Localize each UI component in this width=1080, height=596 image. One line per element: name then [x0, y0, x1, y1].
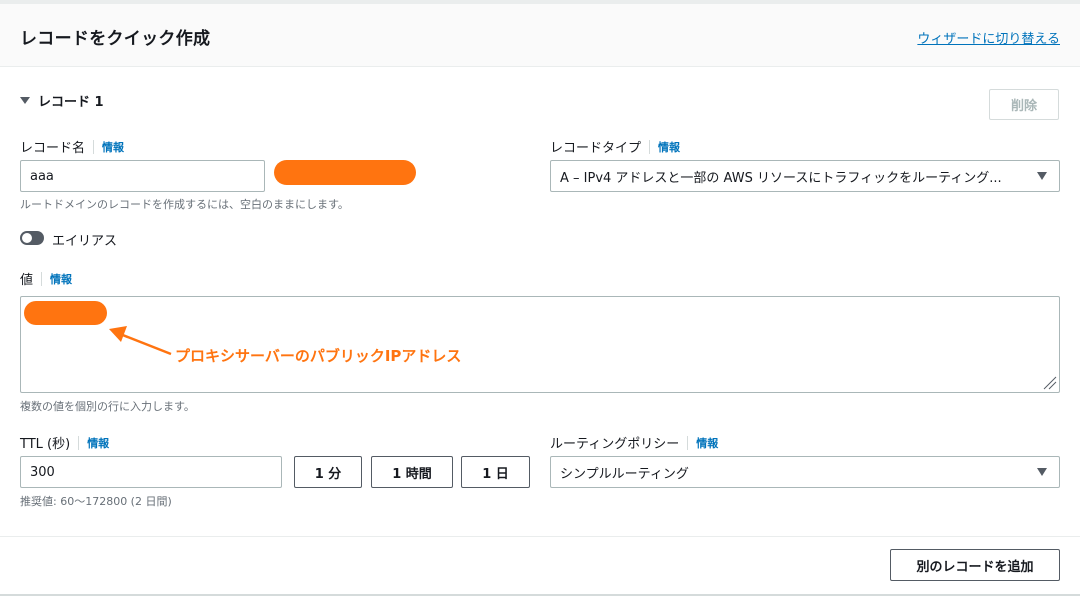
- delete-button[interactable]: 削除: [989, 89, 1059, 120]
- annotation-text: プロキシサーバーのパブリックIPアドレス: [175, 347, 462, 365]
- record-type-selected: A – IPv4 アドレスと一部の AWS リソースにトラフィックをルーティング…: [560, 170, 1002, 186]
- redacted-ip-address: [24, 301, 107, 325]
- ttl-label-row: TTL (秒) 情報: [20, 433, 109, 452]
- value-hint: 複数の値を個別の行に入力します。: [20, 400, 195, 413]
- alias-toggle[interactable]: [20, 231, 44, 245]
- ttl-1-day-button[interactable]: 1 日: [461, 456, 530, 488]
- ttl-label: TTL (秒): [20, 437, 71, 452]
- value-label-row: 値 情報: [20, 269, 72, 288]
- add-another-record-button[interactable]: 別のレコードを追加: [890, 549, 1060, 581]
- ttl-hint: 推奨値: 60～172800 (2 日間): [20, 495, 172, 508]
- record-name-hint: ルートドメインのレコードを作成するには、空白のままにします。: [20, 198, 349, 211]
- routing-policy-label-row: ルーティングポリシー 情報: [550, 433, 718, 452]
- ttl-1-minute-button[interactable]: 1 分: [294, 456, 362, 488]
- divider: [41, 271, 43, 286]
- record-type-label-row: レコードタイプ 情報: [550, 137, 680, 156]
- ttl-info-link[interactable]: 情報: [87, 435, 109, 451]
- alias-label: エイリアス: [52, 234, 118, 249]
- value-info-link[interactable]: 情報: [50, 271, 72, 287]
- record-type-label: レコードタイプ: [550, 141, 642, 156]
- resize-handle-icon[interactable]: [1041, 374, 1057, 390]
- record-section-toggle[interactable]: レコード 1: [20, 91, 104, 110]
- dropdown-caret-icon: [1037, 468, 1047, 476]
- routing-policy-selected: シンプルルーティング: [560, 466, 689, 482]
- toggle-knob: [22, 233, 32, 243]
- record-section-label: レコード 1: [38, 95, 104, 110]
- footer-divider: [0, 536, 1080, 537]
- annotation-arrow-icon: [109, 326, 172, 356]
- record-name-info-link[interactable]: 情報: [102, 139, 124, 155]
- switch-to-wizard-link[interactable]: ウィザードに切り替える: [917, 28, 1060, 47]
- redacted-domain: [274, 160, 416, 185]
- ttl-1-hour-button[interactable]: 1 時間: [371, 456, 453, 488]
- value-label: 値: [20, 273, 34, 288]
- divider: [78, 435, 80, 450]
- divider: [93, 139, 95, 154]
- panel-header: レコードをクイック作成 ウィザードに切り替える: [0, 4, 1080, 67]
- routing-policy-select[interactable]: シンプルルーティング: [550, 456, 1060, 488]
- record-type-info-link[interactable]: 情報: [658, 139, 680, 155]
- routing-policy-label: ルーティングポリシー: [550, 437, 680, 452]
- record-name-label: レコード名: [20, 141, 86, 156]
- divider: [687, 435, 689, 450]
- page-title: レコードをクイック作成: [20, 29, 211, 49]
- caret-down-icon: [20, 97, 30, 104]
- divider: [649, 139, 651, 154]
- dropdown-caret-icon: [1037, 172, 1047, 180]
- ttl-input[interactable]: 300: [20, 456, 282, 488]
- record-name-label-row: レコード名 情報: [20, 137, 124, 156]
- record-type-select[interactable]: A – IPv4 アドレスと一部の AWS リソースにトラフィックをルーティング…: [550, 160, 1060, 192]
- record-name-input[interactable]: aaa: [20, 160, 265, 192]
- routing-policy-info-link[interactable]: 情報: [696, 435, 718, 451]
